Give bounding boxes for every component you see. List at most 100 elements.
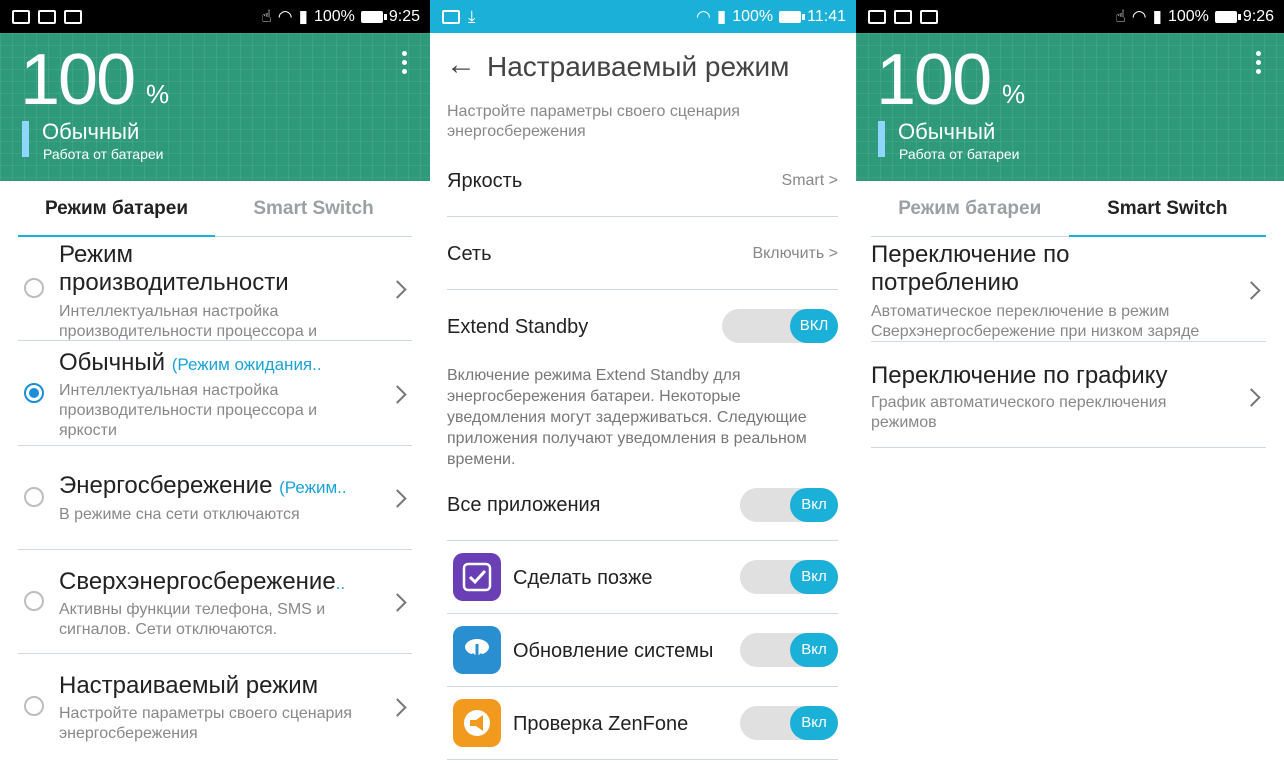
mode-indicator-bar bbox=[878, 121, 885, 157]
wifi-icon: ◠ bbox=[277, 7, 293, 26]
chevron-right-icon bbox=[1242, 281, 1261, 300]
mode-item-custom[interactable]: Настраиваемый режим Настройте параметры … bbox=[18, 654, 412, 763]
radio-button[interactable] bbox=[24, 696, 44, 716]
clipboard-icon bbox=[920, 9, 938, 24]
clock: 11:41 bbox=[807, 7, 846, 25]
app-toggle[interactable]: Вкл bbox=[740, 633, 838, 667]
network-label: Сеть bbox=[447, 243, 492, 265]
zenfone-check-app-icon bbox=[453, 699, 501, 747]
mode-item-power-saving[interactable]: Энергосбережение (Режим.. В режиме сна с… bbox=[18, 446, 412, 550]
switch-title: Переключение по потреблению bbox=[871, 241, 1070, 296]
all-apps-toggle[interactable]: Вкл bbox=[740, 488, 838, 522]
radio-button[interactable] bbox=[24, 487, 44, 507]
switch-title: Переключение по графику bbox=[871, 362, 1168, 389]
power-source: Работа от батареи bbox=[43, 146, 164, 162]
battery-header: 100 % Обычный Работа от батареи bbox=[0, 33, 430, 181]
toggle-on-label: ВКЛ bbox=[790, 309, 838, 343]
app-row-system-update: Обновление системы Вкл bbox=[447, 614, 838, 687]
radio-button[interactable] bbox=[24, 591, 44, 611]
tab-battery-mode[interactable]: Режим батареи bbox=[18, 181, 215, 237]
touch-icon: ☝ bbox=[1115, 7, 1126, 26]
mode-title-text: Сверхэнергосбережение bbox=[59, 568, 336, 595]
sd-card-icon: ▮ bbox=[298, 7, 308, 26]
back-arrow-icon[interactable]: ← bbox=[446, 50, 476, 80]
extend-standby-toggle[interactable]: ВКЛ bbox=[722, 309, 838, 343]
chevron-right-icon bbox=[388, 489, 407, 508]
battery-percent: 100% bbox=[313, 7, 355, 25]
mode-item-performance[interactable]: Режим производительности Интеллектуальна… bbox=[18, 237, 412, 341]
switch-description: Автоматическое переключение в режим Свер… bbox=[871, 303, 1200, 340]
mode-title-text: Энергосбережение bbox=[59, 472, 273, 499]
system-update-app-icon bbox=[453, 626, 501, 674]
radio-button-selected[interactable] bbox=[24, 383, 44, 403]
smart-switch-screen: ☝ ◠ ▮ 100% 9:26 100 % Обычный Работа от … bbox=[856, 0, 1284, 763]
wifi-icon: ◠ bbox=[1131, 7, 1147, 26]
sd-card-icon: ▮ bbox=[1152, 7, 1162, 26]
battery-icon bbox=[360, 10, 387, 23]
switch-by-schedule[interactable]: Переключение по графику График автоматич… bbox=[871, 342, 1266, 448]
mode-note: (Режим ожидания.. bbox=[171, 355, 322, 374]
network-row[interactable]: Сеть Включить > bbox=[447, 217, 838, 290]
all-apps-row: Все приложения Вкл bbox=[447, 470, 838, 541]
mode-title: Режим производительности bbox=[59, 241, 289, 296]
toggle-on-label: Вкл bbox=[790, 633, 838, 667]
wifi-icon: ◠ bbox=[696, 7, 711, 26]
switch-by-consumption[interactable]: Переключение по потреблению Автоматическ… bbox=[871, 237, 1266, 342]
page-intro: Настройте параметры своего сценария энер… bbox=[447, 103, 740, 140]
gallery-icon bbox=[868, 9, 886, 24]
app-toggle[interactable]: Вкл bbox=[740, 560, 838, 594]
tab-bar: Режим батареи Smart Switch bbox=[18, 181, 412, 237]
brightness-row[interactable]: Яркость Smart > bbox=[447, 146, 838, 217]
extend-standby-row: Extend Standby ВКЛ bbox=[447, 290, 838, 362]
touch-icon: ☝ bbox=[261, 7, 272, 26]
current-mode: Обычный bbox=[42, 119, 140, 144]
overflow-menu-icon[interactable] bbox=[402, 51, 408, 78]
toggle-on-label: Вкл bbox=[790, 488, 838, 522]
tab-battery-mode[interactable]: Режим батареи bbox=[871, 181, 1069, 236]
app-label: Обновление системы bbox=[513, 640, 714, 662]
mode-description: Активны функции телефона, SMS и сигналов… bbox=[59, 601, 326, 638]
current-mode: Обычный bbox=[898, 119, 996, 144]
chevron-right-icon bbox=[1242, 388, 1261, 407]
radio-button[interactable] bbox=[24, 278, 44, 298]
clipboard-icon bbox=[64, 9, 82, 24]
battery-icon bbox=[779, 10, 806, 23]
clock: 9:26 bbox=[1242, 7, 1274, 25]
mode-title: Сверхэнергосбережение.. bbox=[59, 568, 352, 598]
tab-smart-switch[interactable]: Smart Switch bbox=[215, 181, 412, 236]
mode-indicator-bar bbox=[22, 121, 29, 157]
mode-item-ultra-saving[interactable]: Сверхэнергосбережение.. Активны функции … bbox=[18, 550, 412, 654]
battery-percent: 100% bbox=[732, 7, 774, 25]
folder-icon bbox=[894, 9, 912, 24]
mode-title: Обычный (Режим ожидания.. bbox=[59, 349, 352, 379]
mode-note: (Режим.. bbox=[279, 478, 347, 497]
brightness-value: Smart > bbox=[781, 172, 838, 189]
percent-sign: % bbox=[1002, 79, 1026, 109]
battery-mode-screen: ☝ ◠ ▮ 100% 9:25 100 % Обычный Работа от … bbox=[0, 0, 430, 763]
network-value: Включить > bbox=[752, 245, 838, 262]
tab-smart-switch[interactable]: Smart Switch bbox=[1068, 181, 1267, 237]
mode-title: Настраиваемый режим bbox=[59, 672, 319, 699]
status-bar: ⤓ ◠ ▮ 100% 11:41 bbox=[430, 0, 856, 33]
mode-title: Энергосбережение (Режим.. bbox=[59, 472, 352, 502]
mode-item-normal[interactable]: Обычный (Режим ожидания.. Интеллектуальн… bbox=[18, 341, 412, 446]
app-label: Сделать позже bbox=[513, 567, 653, 589]
extend-standby-label: Extend Standby bbox=[447, 316, 589, 338]
app-row-zenfone-check: Проверка ZenFone Вкл bbox=[447, 687, 838, 760]
gallery-icon bbox=[12, 9, 30, 24]
battery-level: 100 bbox=[20, 40, 136, 120]
do-it-later-app-icon bbox=[453, 553, 501, 601]
app-row-do-it-later: Сделать позже Вкл bbox=[447, 541, 838, 614]
chevron-right-icon bbox=[388, 593, 407, 612]
status-bar: ☝ ◠ ▮ 100% 9:25 bbox=[0, 0, 430, 33]
gallery-icon bbox=[442, 9, 460, 24]
overflow-menu-icon[interactable] bbox=[1256, 51, 1262, 78]
battery-level: 100 bbox=[876, 40, 992, 120]
app-toggle[interactable]: Вкл bbox=[740, 706, 838, 740]
all-apps-label: Все приложения bbox=[447, 494, 601, 516]
percent-sign: % bbox=[146, 79, 170, 109]
mode-description: Интеллектуальная настройка производитель… bbox=[59, 382, 318, 439]
clock: 9:25 bbox=[388, 7, 420, 25]
download-icon: ⤓ bbox=[468, 7, 476, 26]
chevron-right-icon bbox=[388, 698, 407, 717]
